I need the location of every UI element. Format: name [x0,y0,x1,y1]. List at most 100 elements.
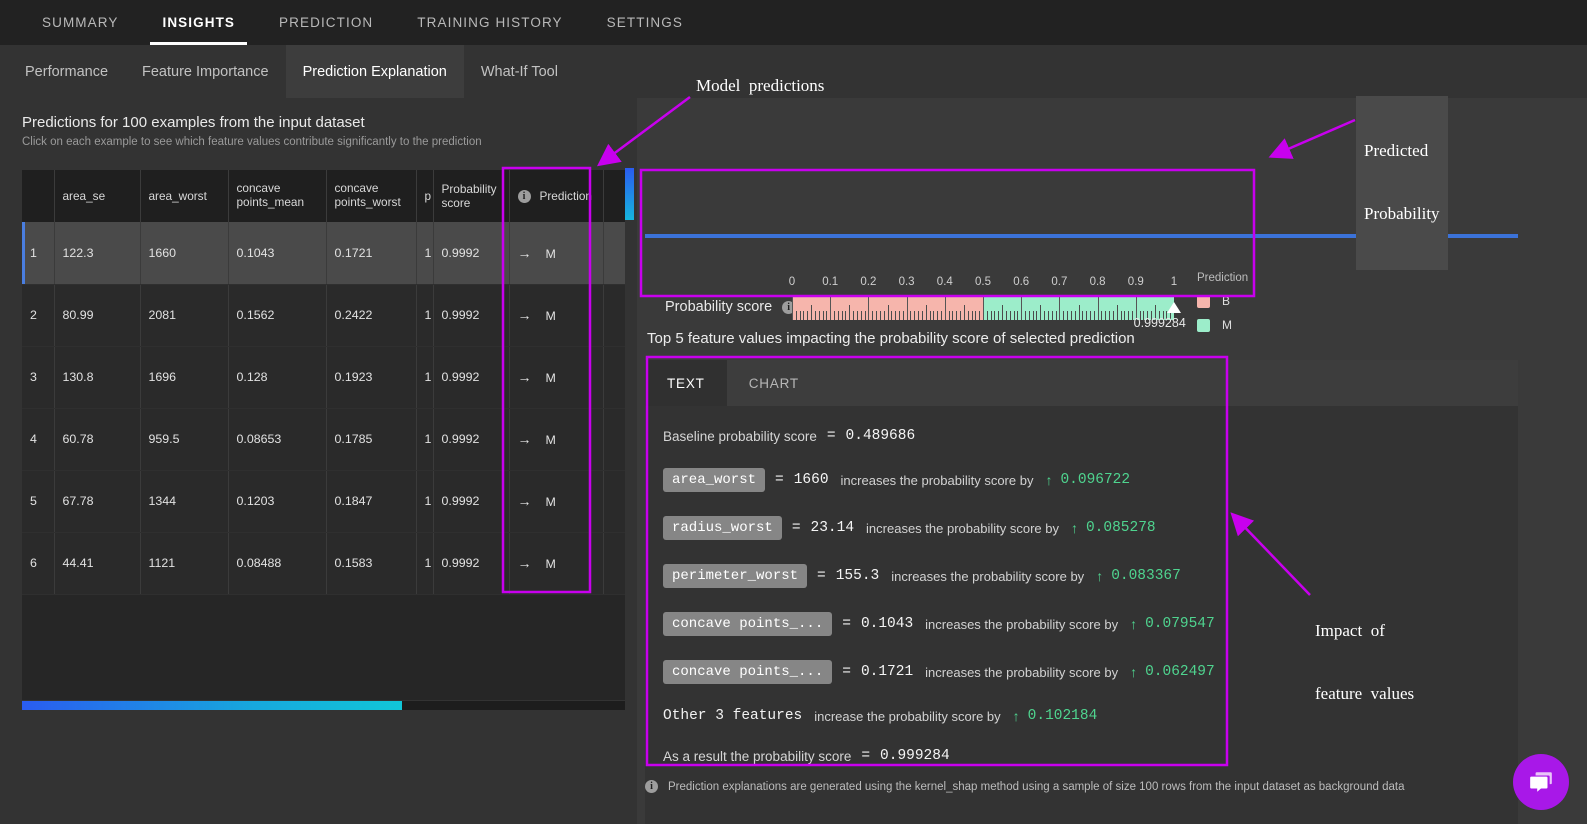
ruler-tick [864,311,866,320]
topnav-label: SUMMARY [42,15,119,30]
ruler-tick-label: 1 [1170,276,1178,288]
ruler-tick [979,311,981,320]
column-header-area-se[interactable]: area_se [54,170,141,222]
topnav-item-training-history[interactable]: TRAINING HISTORY [395,0,584,45]
ruler-tick [983,296,984,320]
topnav-item-prediction[interactable]: PREDICTION [257,0,395,45]
table-row[interactable]: 3 130.8 1696 0.128 0.1923 1 0.9992 → M [22,346,625,409]
topnav-label: SETTINGS [606,15,683,30]
column-header-index[interactable] [22,170,55,222]
column-header-prediction[interactable]: i Prediction [509,170,604,222]
ruler-tick [872,311,874,320]
column-header-truncated[interactable]: p [416,170,434,222]
ruler-tick [879,311,881,320]
ruler-tick [1021,296,1023,320]
column-header-area-worst[interactable]: area_worst [140,170,229,222]
ruler-tick [1063,311,1065,320]
feature-delta: 0.079547 [1145,616,1215,632]
ruler-tick [1040,305,1042,320]
tab-text[interactable]: TEXT [645,360,727,406]
cell-concave-points-worst: 0.1583 [326,532,417,595]
feature-name-chip[interactable]: radius_worst [663,516,782,540]
topnav-item-summary[interactable]: SUMMARY [20,0,140,45]
table-row[interactable]: 4 60.78 959.5 0.08653 0.1785 1 0.9992 → M [22,408,625,471]
footer-note-text: Prediction explanations are generated us… [668,780,1405,793]
legend-swatch-b [1197,294,1210,308]
result-equals: = [861,748,871,764]
feature-name-chip[interactable]: area_worst [663,468,766,492]
feature-name-chip[interactable]: concave points_... [663,660,833,684]
ruler-tick-label: 0.4 [936,276,953,288]
footer-note: i Prediction explanations are generated … [645,780,1545,793]
feature-name-chip[interactable]: perimeter_worst [663,564,808,588]
ruler-tick [822,311,824,320]
cell-area-worst: 1696 [140,346,229,409]
ruler-tick [918,311,920,320]
info-icon[interactable]: i [517,190,531,204]
ruler-tick [940,311,942,320]
predictions-table-container[interactable]: area_se area_worst concave points_mean c… [22,170,625,700]
column-header-concave-points-worst[interactable]: concave points_worst [326,170,417,222]
ruler-tick [921,311,923,320]
column-header-probability-score[interactable]: Probability score [433,170,510,222]
tab-chart[interactable]: CHART [727,360,821,406]
cell-end [603,408,625,471]
cell-end [603,346,625,409]
ruler-tick [1124,311,1126,320]
subnav-item-what-if-tool[interactable]: What-If Tool [464,45,575,98]
topnav-label: TRAINING HISTORY [417,15,563,30]
cell-prediction-label: M [545,246,556,261]
predictions-table: area_se area_worst concave points_mean c… [22,170,625,595]
feature-delta: 0.062497 [1145,664,1215,680]
ruler-tick-label: 0 [788,276,796,288]
legend-label-b: B [1222,294,1231,308]
predictions-panel: Predictions for 100 examples from the in… [0,98,637,824]
annotation-predicted-probability: Predicted Probability [1356,96,1448,270]
table-vertical-scrollbar-thumb[interactable] [625,168,634,220]
cell-probability-score: 0.9992 [433,470,510,533]
annotation-text-line1: Impact of [1315,621,1385,641]
feature-name-chip[interactable]: concave points_... [663,612,833,636]
ruler-tick [986,311,988,320]
prediction-legend: Prediction B M [1197,272,1248,342]
ruler-tick [967,311,969,320]
column-header-end [603,170,625,222]
topnav-item-settings[interactable]: SETTINGS [585,0,705,45]
ruler-tick [898,311,900,320]
column-header-concave-points-mean[interactable]: concave points_mean [228,170,327,222]
ruler-tick [902,311,904,320]
ruler-tick [960,311,962,320]
ruler-tick [795,311,797,320]
subnav-item-prediction-explanation[interactable]: Prediction Explanation [285,45,464,98]
info-icon[interactable]: i [645,780,658,793]
ruler-tick [1082,311,1084,320]
ruler-tick [837,311,839,320]
arrow-right-icon: → [517,369,532,385]
subnav-item-performance[interactable]: Performance [8,45,125,98]
probability-marker [1166,302,1181,313]
table-row[interactable]: 2 80.99 2081 0.1562 0.2422 1 0.9992 → M [22,284,625,347]
feature-value: 0.1043 [860,616,914,632]
cell-truncated: 1 [416,532,434,595]
cell-index: 6 [22,532,55,595]
ruler-tick [929,311,931,320]
scrollbar-thumb[interactable] [22,701,402,710]
cell-concave-points-mean: 0.1203 [228,470,327,533]
ruler-tick [1067,311,1069,320]
chat-widget-button[interactable] [1513,754,1569,810]
ruler-tick [818,311,820,320]
column-header-line1: concave [236,181,281,196]
ruler-tick [868,296,870,320]
table-row[interactable]: 5 67.78 1344 0.1203 0.1847 1 0.9992 → M [22,470,625,533]
table-row[interactable]: 6 44.41 1121 0.08488 0.1583 1 0.9992 → M [22,532,625,595]
table-row[interactable]: 1 122.3 1660 0.1043 0.1721 1 0.9992 → M [22,222,625,285]
ruler-tick [906,296,908,320]
topnav-item-insights[interactable]: INSIGHTS [140,0,257,45]
cell-prediction-label: M [545,495,556,509]
cell-prediction: → M [509,222,604,285]
subnav-label: Prediction Explanation [302,63,447,80]
subnav-item-feature-importance[interactable]: Feature Importance [125,45,286,98]
table-horizontal-scrollbar[interactable] [22,701,625,710]
ruler-tick [998,311,1000,320]
cell-area-se: 60.78 [54,408,141,471]
